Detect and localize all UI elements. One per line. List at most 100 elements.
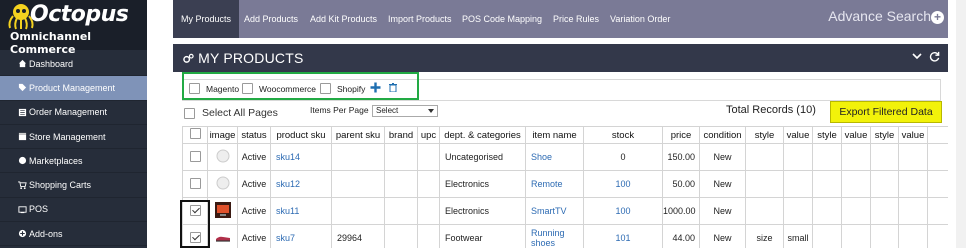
category-cell: Electronics bbox=[439, 170, 526, 198]
header-item-name[interactable]: item name bbox=[525, 126, 584, 144]
sidebar-item-pos[interactable]: POS bbox=[0, 198, 147, 223]
tab-my-products[interactable]: My Products bbox=[173, 0, 240, 38]
add-channel-icon[interactable] bbox=[370, 82, 381, 93]
row-checkbox[interactable] bbox=[189, 177, 201, 189]
header-image: image bbox=[207, 126, 238, 144]
table-row[interactable]: Active sku14 Uncategorised Shoe 0 150.00… bbox=[182, 143, 956, 171]
sku-link[interactable]: sku7 bbox=[270, 224, 332, 248]
smart-tv-image-icon bbox=[214, 202, 231, 218]
product-thumbnail[interactable] bbox=[207, 224, 238, 248]
shopify-checkbox[interactable] bbox=[320, 83, 331, 94]
dropdown-arrow-icon bbox=[428, 109, 434, 113]
brand-cell bbox=[384, 143, 418, 171]
header-brand[interactable]: brand bbox=[384, 126, 418, 144]
tab-variation-order[interactable]: Variation Order bbox=[610, 0, 670, 38]
sidebar-item-marketplaces[interactable]: Marketplaces bbox=[0, 149, 147, 174]
sku-link[interactable]: sku11 bbox=[270, 197, 332, 225]
chevron-down-icon[interactable] bbox=[912, 51, 922, 61]
vertical-scrollbar[interactable] bbox=[956, 0, 966, 248]
upc-cell bbox=[417, 224, 440, 248]
magento-checkbox[interactable] bbox=[189, 83, 200, 94]
row-select[interactable] bbox=[182, 170, 208, 198]
style-cell bbox=[745, 170, 784, 198]
brand-cell bbox=[384, 197, 418, 225]
row-select[interactable] bbox=[182, 143, 208, 171]
item-name-link[interactable]: Running shoes bbox=[525, 224, 584, 248]
channel-magento[interactable]: Magento bbox=[189, 83, 239, 94]
page-title: MY PRODUCTS bbox=[183, 50, 304, 66]
value-cell bbox=[783, 197, 813, 225]
running-shoe-image-icon bbox=[215, 236, 230, 242]
value-cell bbox=[783, 143, 813, 171]
total-records: Total Records (10) bbox=[726, 104, 816, 116]
sidebar-item-product-management[interactable]: Product Management bbox=[0, 76, 147, 101]
advance-search-button[interactable]: Advance Search + bbox=[828, 8, 944, 24]
product-thumbnail[interactable] bbox=[207, 197, 238, 225]
sidebar-item-shopping-carts[interactable]: Shopping Carts bbox=[0, 173, 147, 198]
tab-add-kit-products[interactable]: Add Kit Products bbox=[310, 0, 377, 38]
select-all-checkbox[interactable] bbox=[184, 107, 195, 119]
brand-cell bbox=[384, 224, 418, 248]
header-condition[interactable]: condition bbox=[699, 126, 746, 144]
header-stock[interactable]: stock bbox=[583, 126, 663, 144]
woocommerce-checkbox[interactable] bbox=[242, 83, 253, 94]
header-status[interactable]: status bbox=[237, 126, 271, 144]
sku-link[interactable]: sku12 bbox=[270, 170, 332, 198]
status-cell: Active bbox=[237, 170, 271, 198]
channel-shopify[interactable]: Shopify bbox=[320, 83, 365, 94]
sidebar-item-label: Store Management bbox=[29, 131, 106, 142]
sidebar: Octopus Omnichannel Commerce Dashboard P… bbox=[0, 0, 147, 248]
brand-logo[interactable]: Octopus Omnichannel Commerce bbox=[0, 0, 147, 56]
parent-sku-cell bbox=[331, 170, 385, 198]
header-style: style bbox=[870, 126, 899, 144]
tab-price-rules[interactable]: Price Rules bbox=[553, 0, 599, 38]
items-per-page-select[interactable]: Select bbox=[372, 105, 438, 117]
product-thumbnail[interactable] bbox=[207, 170, 238, 198]
category-cell: Footwear bbox=[439, 224, 526, 248]
sku-link[interactable]: sku14 bbox=[270, 143, 332, 171]
select-all-pages[interactable]: Select All Pages bbox=[184, 107, 278, 119]
channel-woocommerce[interactable]: Woocommerce bbox=[242, 83, 316, 94]
row-checkbox[interactable] bbox=[189, 150, 201, 162]
price-cell: 50.00 bbox=[662, 170, 700, 198]
item-name-link[interactable]: SmartTV bbox=[525, 197, 584, 225]
header-product-sku[interactable]: product sku bbox=[270, 126, 332, 144]
header-checkbox[interactable] bbox=[189, 128, 201, 139]
item-name-link[interactable]: Remote bbox=[525, 170, 584, 198]
placeholder-image-icon bbox=[216, 149, 229, 163]
tab-pos-code-mapping[interactable]: POS Code Mapping bbox=[462, 0, 542, 38]
table-row[interactable]: Active sku12 Electronics Remote 100 50.0… bbox=[182, 170, 956, 198]
sidebar-item-order-management[interactable]: Order Management bbox=[0, 101, 147, 125]
value-cell bbox=[898, 224, 928, 248]
condition-cell: New bbox=[699, 143, 746, 171]
advance-search-label: Advance Search bbox=[828, 8, 931, 24]
upc-cell bbox=[417, 143, 440, 171]
sidebar-item-dashboard[interactable]: Dashboard bbox=[0, 52, 147, 77]
export-filtered-data-button[interactable]: Export Filtered Data bbox=[830, 101, 942, 123]
tab-add-products[interactable]: Add Products bbox=[244, 0, 298, 38]
items-per-page-value: Select bbox=[376, 106, 399, 115]
style-cell bbox=[812, 224, 842, 248]
header-value: value bbox=[783, 126, 813, 144]
status-cell: Active bbox=[237, 224, 271, 248]
table-row[interactable]: Active sku11 Electronics SmartTV 100 100… bbox=[182, 197, 956, 225]
refresh-icon[interactable] bbox=[929, 51, 940, 62]
header-category[interactable]: dept. & categories bbox=[439, 126, 526, 144]
header-select[interactable] bbox=[182, 126, 208, 144]
tab-import-products[interactable]: Import Products bbox=[388, 0, 452, 38]
table-row[interactable]: Active sku7 29964 Footwear Running shoes… bbox=[182, 224, 956, 248]
item-name-link[interactable]: Shoe bbox=[525, 143, 584, 171]
sidebar-item-store-management[interactable]: Store Management bbox=[0, 125, 147, 150]
cart-icon bbox=[18, 181, 27, 189]
trash-icon[interactable] bbox=[389, 83, 397, 92]
brand-cell bbox=[384, 170, 418, 198]
value-cell bbox=[841, 143, 871, 171]
condition-cell: New bbox=[699, 224, 746, 248]
sidebar-item-label: POS bbox=[29, 204, 49, 215]
header-upc[interactable]: upc bbox=[417, 126, 440, 144]
header-value: value bbox=[898, 126, 928, 144]
header-parent-sku[interactable]: parent sku bbox=[331, 126, 385, 144]
product-thumbnail[interactable] bbox=[207, 143, 238, 171]
sidebar-item-add-ons[interactable]: Add-ons bbox=[0, 222, 147, 247]
header-price[interactable]: price bbox=[662, 126, 700, 144]
